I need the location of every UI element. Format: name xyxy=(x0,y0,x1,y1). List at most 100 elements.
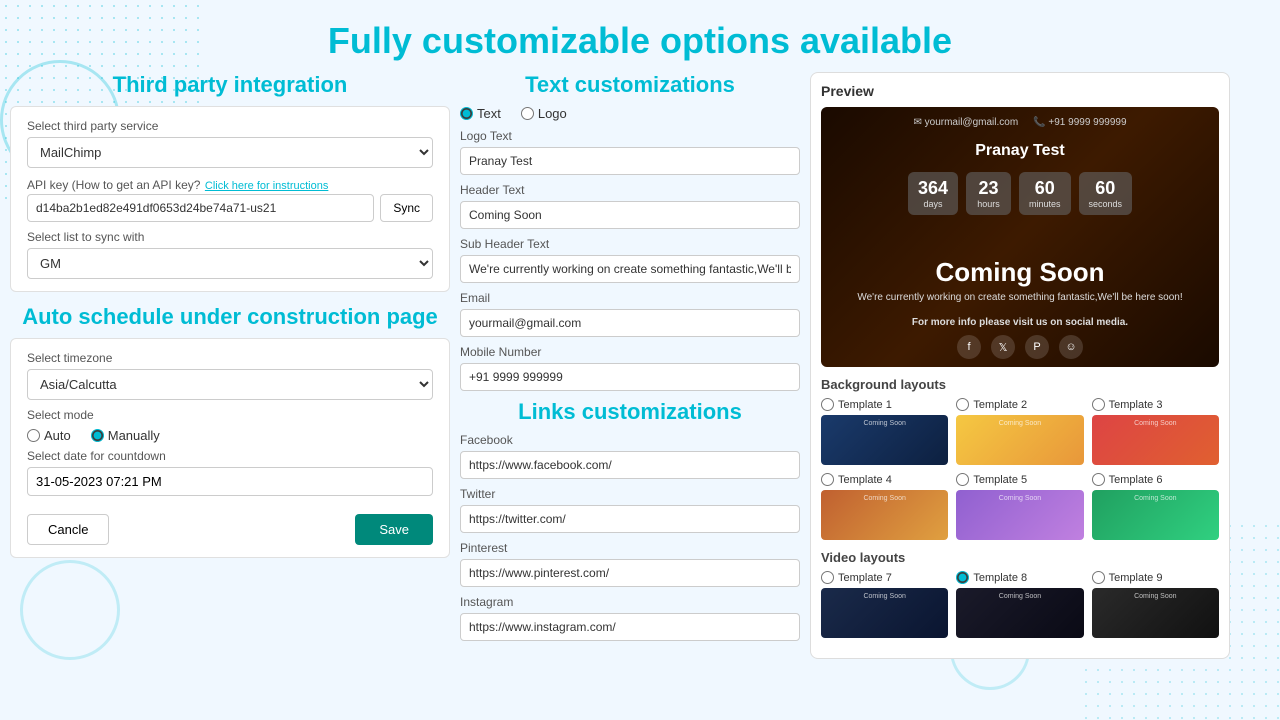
template-3-label: Template 3 xyxy=(1109,399,1163,411)
template-4-thumb[interactable]: Coming Soon xyxy=(821,490,948,540)
template-9-radio[interactable] xyxy=(1092,571,1105,584)
twitter-input[interactable] xyxy=(460,505,800,533)
logo-radio[interactable] xyxy=(521,107,534,120)
api-key-link[interactable]: Click here for instructions xyxy=(205,180,329,192)
logo-text-group: Logo Text xyxy=(460,129,800,175)
cancel-button[interactable]: Cancle xyxy=(27,514,109,545)
template-1-thumb[interactable]: Coming Soon xyxy=(821,415,948,465)
sub-header-input[interactable] xyxy=(460,255,800,283)
header-text-input[interactable] xyxy=(460,201,800,229)
preview-image: ✉ yourmail@gmail.com 📞 +91 9999 999999 P… xyxy=(821,107,1219,367)
text-radio-text: Text xyxy=(477,106,501,121)
preview-email-icon: ✉ yourmail@gmail.com xyxy=(913,117,1018,128)
timezone-select[interactable]: Asia/Calcutta xyxy=(27,369,433,400)
preview-phone-icon: 📞 +91 9999 999999 xyxy=(1033,117,1126,128)
instagram-input[interactable] xyxy=(460,613,800,641)
mode-radio-group: Auto Manually xyxy=(27,428,433,443)
sync-button[interactable]: Sync xyxy=(380,194,433,222)
countdown-hours: 23 hours xyxy=(966,172,1011,215)
preview-visit-text: For more info please visit us on social … xyxy=(912,317,1128,328)
list-select[interactable]: GM xyxy=(27,248,433,279)
third-party-section: Third party integration Select third par… xyxy=(10,72,450,292)
background-template-grid: Template 1 Coming Soon Template 2 Coming… xyxy=(821,398,1219,540)
pinterest-label: Pinterest xyxy=(460,541,800,555)
auto-schedule-title: Auto schedule under construction page xyxy=(10,304,450,330)
links-title: Links customizations xyxy=(460,399,800,425)
template-6-radio[interactable] xyxy=(1092,473,1105,486)
email-group: Email xyxy=(460,291,800,337)
template-8-thumb[interactable]: Coming Soon xyxy=(956,588,1083,638)
button-row: Cancle Save xyxy=(27,514,433,545)
mobile-input[interactable] xyxy=(460,363,800,391)
template-7-thumb[interactable]: Coming Soon xyxy=(821,588,948,638)
sub-header-label: Sub Header Text xyxy=(460,237,800,251)
facebook-label: Facebook xyxy=(460,433,800,447)
countdown-seconds: 60 seconds xyxy=(1079,172,1133,215)
template-8-radio[interactable] xyxy=(956,571,969,584)
email-label: Email xyxy=(460,291,800,305)
pinterest-group: Pinterest xyxy=(460,541,800,587)
template-9-thumb[interactable]: Coming Soon xyxy=(1092,588,1219,638)
template-4-label: Template 4 xyxy=(838,474,892,486)
template-4-radio[interactable] xyxy=(821,473,834,486)
template-item-4: Template 4 Coming Soon xyxy=(821,473,948,540)
template-2-thumb[interactable]: Coming Soon xyxy=(956,415,1083,465)
mode-manually-label[interactable]: Manually xyxy=(91,428,160,443)
preview-header-info: ✉ yourmail@gmail.com 📞 +91 9999 999999 xyxy=(913,117,1126,128)
logo-radio-label[interactable]: Logo xyxy=(521,106,567,121)
text-customizations-section: Text customizations Text Logo Logo Text … xyxy=(460,72,800,391)
template-3-thumb[interactable]: Coming Soon xyxy=(1092,415,1219,465)
instagram-social-icon: ☺ xyxy=(1059,335,1083,359)
facebook-input[interactable] xyxy=(460,451,800,479)
text-customizations-title: Text customizations xyxy=(460,72,800,98)
template-1-label: Template 1 xyxy=(838,399,892,411)
mode-auto-label[interactable]: Auto xyxy=(27,428,71,443)
text-radio-label[interactable]: Text xyxy=(460,106,501,121)
email-input[interactable] xyxy=(460,309,800,337)
countdown-row: 364 days 23 hours 60 minutes 60 seconds xyxy=(908,172,1132,215)
template-9-label: Template 9 xyxy=(1109,572,1163,584)
template-5-radio[interactable] xyxy=(956,473,969,486)
template-2-label: Template 2 xyxy=(973,399,1027,411)
countdown-days: 364 days xyxy=(908,172,958,215)
coming-soon-text: Coming Soon xyxy=(936,257,1105,288)
preview-panel: Preview ✉ yourmail@gmail.com 📞 +91 9999 … xyxy=(810,72,1230,659)
mode-manually-text: Manually xyxy=(108,428,160,443)
mode-auto-text: Auto xyxy=(44,428,71,443)
template-7-radio[interactable] xyxy=(821,571,834,584)
third-party-card: Select third party service MailChimp API… xyxy=(10,106,450,292)
text-radio[interactable] xyxy=(460,107,473,120)
template-2-radio[interactable] xyxy=(956,398,969,411)
preview-name: Pranay Test xyxy=(975,142,1065,160)
template-1-radio[interactable] xyxy=(821,398,834,411)
template-item-9: Template 9 Coming Soon xyxy=(1092,571,1219,638)
save-button[interactable]: Save xyxy=(355,514,433,545)
template-6-thumb[interactable]: Coming Soon xyxy=(1092,490,1219,540)
template-item-6: Template 6 Coming Soon xyxy=(1092,473,1219,540)
facebook-group: Facebook xyxy=(460,433,800,479)
pinterest-input[interactable] xyxy=(460,559,800,587)
template-item-1: Template 1 Coming Soon xyxy=(821,398,948,465)
preview-title: Preview xyxy=(821,83,1219,99)
template-item-8: Template 8 Coming Soon xyxy=(956,571,1083,638)
template-5-thumb[interactable]: Coming Soon xyxy=(956,490,1083,540)
api-key-input[interactable] xyxy=(27,194,374,222)
sub-header-group: Sub Header Text xyxy=(460,237,800,283)
date-input[interactable] xyxy=(27,467,433,496)
auto-schedule-section: Auto schedule under construction page Se… xyxy=(10,304,450,558)
logo-text-input[interactable] xyxy=(460,147,800,175)
service-select[interactable]: MailChimp xyxy=(27,137,433,168)
template-7-label: Template 7 xyxy=(838,572,892,584)
instagram-group: Instagram xyxy=(460,595,800,641)
preview-subtitle: We're currently working on create someth… xyxy=(837,292,1202,303)
api-key-label: API key (How to get an API key? xyxy=(27,178,200,192)
timezone-label: Select timezone xyxy=(27,351,433,365)
mode-manually-radio[interactable] xyxy=(91,429,104,442)
date-label: Select date for countdown xyxy=(27,449,433,463)
text-logo-radio-row: Text Logo xyxy=(460,106,800,121)
pinterest-social-icon: P xyxy=(1025,335,1049,359)
mode-auto-radio[interactable] xyxy=(27,429,40,442)
template-3-radio[interactable] xyxy=(1092,398,1105,411)
header-text-group: Header Text xyxy=(460,183,800,229)
facebook-social-icon: f xyxy=(957,335,981,359)
